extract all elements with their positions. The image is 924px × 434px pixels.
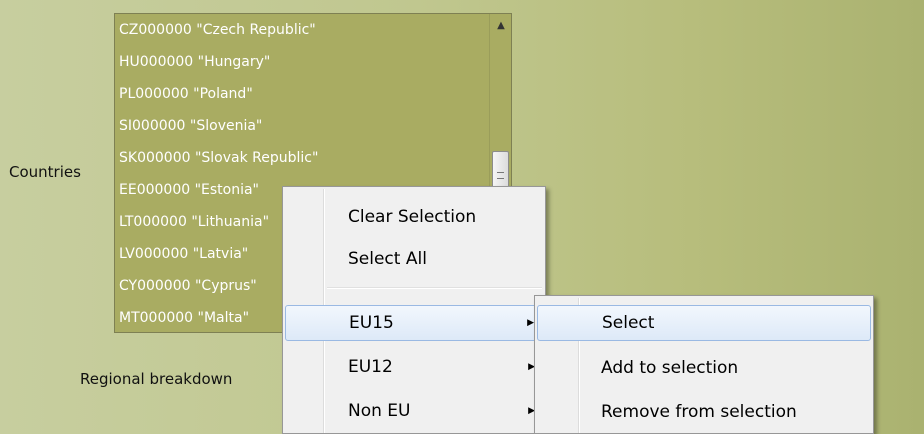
- menu-item-label: Add to selection: [601, 358, 739, 378]
- submenu-arrow-icon: ▶: [527, 318, 534, 328]
- menu-item-add-to-selection[interactable]: Add to selection: [537, 350, 871, 386]
- menu-item-select[interactable]: Select: [537, 305, 871, 341]
- menu-item-clear-selection[interactable]: Clear Selection: [285, 199, 543, 235]
- context-menu: Clear Selection Select All EU15 ▶ EU12 ▶…: [282, 186, 546, 434]
- menu-item-label: Select: [602, 313, 655, 333]
- scroll-up-icon[interactable]: ▲: [493, 18, 509, 34]
- menu-item-label: Remove from selection: [601, 402, 797, 422]
- menu-item-label: Non EU: [348, 401, 411, 421]
- menu-item-select-all[interactable]: Select All: [285, 241, 543, 277]
- list-item[interactable]: PL000000 "Poland": [115, 78, 511, 110]
- regional-breakdown-label: Regional breakdown: [80, 370, 233, 388]
- list-item[interactable]: SI000000 "Slovenia": [115, 110, 511, 142]
- menu-separator: [327, 287, 542, 289]
- menu-item-label: Clear Selection: [348, 207, 477, 227]
- menu-item-eu15[interactable]: EU15 ▶: [285, 305, 543, 341]
- menu-item-remove-from-selection[interactable]: Remove from selection: [537, 394, 871, 430]
- menu-item-label: Select All: [348, 249, 427, 269]
- menu-item-label: EU12: [348, 357, 393, 377]
- menu-item-non-eu[interactable]: Non EU ▶: [285, 393, 543, 429]
- countries-label: Countries: [9, 163, 81, 181]
- grip-icon: [497, 172, 504, 179]
- list-item[interactable]: HU000000 "Hungary": [115, 46, 511, 78]
- menu-item-eu12[interactable]: EU12 ▶: [285, 349, 543, 385]
- list-item[interactable]: CZ000000 "Czech Republic": [115, 14, 511, 46]
- eu15-submenu: Select Add to selection Remove from sele…: [534, 295, 874, 434]
- list-item[interactable]: SK000000 "Slovak Republic": [115, 142, 511, 174]
- menu-item-label: EU15: [349, 313, 394, 333]
